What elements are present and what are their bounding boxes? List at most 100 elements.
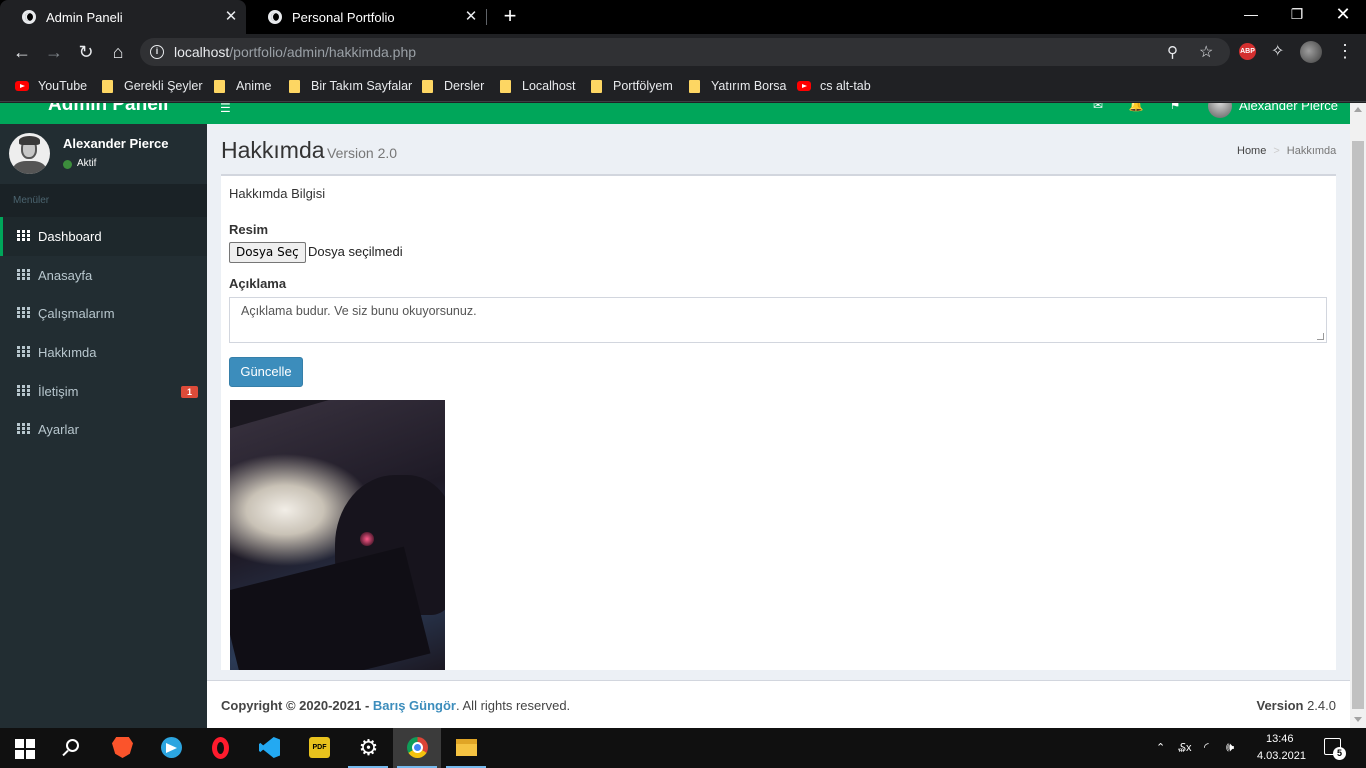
avatar bbox=[9, 133, 50, 174]
about-form-box: Hakkımda Bilgisi Resim Dosya Seç Dosya s… bbox=[221, 174, 1336, 670]
resize-grip-icon[interactable] bbox=[1317, 333, 1324, 340]
taskbar-settings[interactable]: ⚙ bbox=[344, 728, 392, 768]
bookmark-label: Yatırım Borsa bbox=[711, 79, 787, 93]
version-value: 2.4.0 bbox=[1307, 698, 1336, 713]
sidebar-toggle-icon[interactable]: ☰ bbox=[220, 103, 232, 115]
chrome-icon bbox=[407, 737, 428, 758]
breadcrumb-home[interactable]: Home bbox=[1237, 145, 1266, 157]
clock-date[interactable]: 4.03.2021 bbox=[1257, 750, 1306, 762]
description-textarea[interactable]: Açıklama budur. Ve siz bunu okuyorsunuz. bbox=[229, 297, 1327, 343]
browser-tab-strip: Admin Paneli ✕ Personal Portfolio ✕ + — … bbox=[0, 0, 1366, 34]
unread-count-badge: 1 bbox=[181, 386, 198, 398]
bookmark-star-icon[interactable]: ☆ bbox=[1199, 42, 1213, 62]
close-tab-icon[interactable]: ✕ bbox=[462, 8, 480, 26]
taskbar-brave[interactable] bbox=[98, 728, 146, 768]
bookmark-gerekli-seyler[interactable]: Gerekli Şeyler bbox=[102, 77, 203, 95]
notifications-bell-icon[interactable]: 🔔 bbox=[1128, 103, 1144, 112]
search-button[interactable] bbox=[48, 728, 96, 768]
tasks-flag-icon[interactable]: ⚑ bbox=[1167, 103, 1183, 112]
pdf-icon: PDF bbox=[309, 737, 330, 758]
avatar-hair-shape bbox=[19, 136, 40, 145]
sidebar-item-dashboard[interactable]: Dashboard bbox=[0, 217, 207, 256]
scrollbar-thumb[interactable] bbox=[1352, 141, 1364, 709]
folder-icon bbox=[456, 739, 477, 756]
notification-count-badge: 5 bbox=[1333, 747, 1346, 760]
adblock-plus-icon[interactable]: ABP bbox=[1239, 43, 1256, 60]
browser-toolbar: ← → ↻ ⌂ i localhost/portfolio/admin/hakk… bbox=[0, 34, 1366, 70]
avatar-body-shape bbox=[13, 161, 46, 174]
bookmark-yatirim-borsa[interactable]: Yatırım Borsa bbox=[689, 77, 786, 95]
profile-avatar[interactable] bbox=[1300, 41, 1322, 63]
sidebar-item-hakkimda[interactable]: Hakkımda bbox=[0, 333, 207, 372]
bookmark-label: Anime bbox=[236, 79, 272, 93]
chrome-menu-icon[interactable]: ⋮ bbox=[1336, 40, 1354, 64]
tab-admin-paneli[interactable]: Admin Paneli ✕ bbox=[0, 0, 246, 34]
url-text[interactable]: localhost/portfolio/admin/hakkimda.php bbox=[174, 44, 416, 60]
wifi-icon[interactable]: ◜ bbox=[1204, 740, 1209, 754]
address-bar[interactable]: i localhost/portfolio/admin/hakkimda.php… bbox=[140, 38, 1230, 66]
reload-button[interactable]: ↻ bbox=[72, 38, 100, 66]
window-maximize-button[interactable]: ❐ bbox=[1274, 0, 1320, 30]
bookmark-label: Dersler bbox=[444, 79, 485, 93]
sidebar-item-calismalarim[interactable]: Çalışmalarım bbox=[0, 294, 207, 333]
bookmark-label: Bir Takım Sayfalar bbox=[311, 79, 413, 93]
tab-personal-portfolio[interactable]: Personal Portfolio ✕ bbox=[246, 0, 486, 34]
rights-text: . All rights reserved. bbox=[456, 698, 571, 713]
folder-icon bbox=[591, 79, 602, 93]
back-button[interactable]: ← bbox=[8, 38, 36, 66]
forward-button[interactable]: → bbox=[40, 38, 68, 66]
image-label: Resim bbox=[229, 222, 269, 237]
folder-icon bbox=[500, 79, 511, 93]
taskbar-vscode[interactable] bbox=[245, 728, 293, 768]
new-tab-button[interactable]: + bbox=[498, 5, 522, 29]
taskbar-file-explorer[interactable] bbox=[442, 728, 490, 768]
sidebar-item-anasayfa[interactable]: Anasayfa bbox=[0, 256, 207, 295]
folder-icon bbox=[422, 79, 433, 93]
navbar-user-name[interactable]: Alexander Pierce bbox=[1239, 103, 1338, 113]
scroll-down-arrow-icon[interactable] bbox=[1354, 717, 1362, 722]
tab-separator bbox=[486, 9, 487, 25]
update-button[interactable]: Güncelle bbox=[229, 357, 303, 387]
show-hidden-icons-chevron-icon[interactable]: ⌃ bbox=[1156, 741, 1165, 754]
start-button[interactable] bbox=[0, 728, 48, 768]
bookmark-portfolyem[interactable]: Portfölyem bbox=[591, 77, 673, 95]
logo[interactable]: Admin Paneli bbox=[48, 103, 168, 116]
window-minimize-button[interactable]: — bbox=[1228, 0, 1274, 30]
bookmark-youtube[interactable]: YouTube bbox=[15, 77, 87, 95]
bookmark-bir-takim-sayfalar[interactable]: Bir Takım Sayfalar bbox=[289, 77, 412, 95]
window-close-button[interactable]: ✕ bbox=[1320, 0, 1366, 30]
youtube-icon bbox=[15, 81, 29, 91]
bookmarks-bar: YouTube Gerekli Şeyler Anime Bir Takım S… bbox=[0, 70, 1366, 102]
input-language-icon[interactable]: ₷x bbox=[1178, 740, 1192, 755]
opera-icon bbox=[212, 737, 229, 759]
sidebar-item-iletisim[interactable]: İletişim 1 bbox=[0, 372, 207, 411]
clock-time[interactable]: 13:46 bbox=[1266, 733, 1294, 745]
close-tab-icon[interactable]: ✕ bbox=[222, 8, 240, 26]
zoom-icon[interactable]: ⚲ bbox=[1167, 43, 1178, 61]
grid-icon bbox=[17, 269, 30, 281]
sidebar-item-ayarlar[interactable]: Ayarlar bbox=[0, 410, 207, 449]
sidebar-item-label: Çalışmalarım bbox=[38, 306, 115, 321]
description-label: Açıklama bbox=[229, 276, 287, 291]
navbar-user-avatar[interactable] bbox=[1208, 103, 1232, 118]
description-value: Açıklama budur. Ve siz bunu okuyorsunuz. bbox=[241, 304, 477, 318]
page-scrollbar[interactable] bbox=[1350, 103, 1366, 728]
bookmark-localhost[interactable]: Localhost bbox=[500, 77, 576, 95]
extensions-puzzle-icon[interactable]: ✧ bbox=[1271, 41, 1289, 61]
taskbar-opera[interactable] bbox=[196, 728, 244, 768]
messages-icon[interactable]: ✉ bbox=[1090, 103, 1106, 112]
bookmark-anime[interactable]: Anime bbox=[214, 77, 271, 95]
gear-icon: ⚙ bbox=[358, 735, 379, 760]
taskbar-pdf-reader[interactable]: PDF bbox=[295, 728, 343, 768]
scroll-up-arrow-icon[interactable] bbox=[1354, 107, 1362, 112]
site-info-icon[interactable]: i bbox=[150, 45, 164, 59]
footer-version: Version 2.4.0 bbox=[1256, 698, 1336, 713]
home-button[interactable]: ⌂ bbox=[104, 38, 132, 66]
bookmark-cs-alt-tab[interactable]: cs alt-tab bbox=[797, 77, 871, 95]
choose-file-button[interactable]: Dosya Seç bbox=[229, 242, 306, 263]
taskbar-telegram[interactable] bbox=[147, 728, 195, 768]
bookmark-dersler[interactable]: Dersler bbox=[422, 77, 484, 95]
volume-icon[interactable]: 🕪 bbox=[1226, 739, 1234, 755]
taskbar-chrome[interactable] bbox=[393, 728, 441, 768]
author-link[interactable]: Barış Güngör bbox=[373, 698, 456, 713]
